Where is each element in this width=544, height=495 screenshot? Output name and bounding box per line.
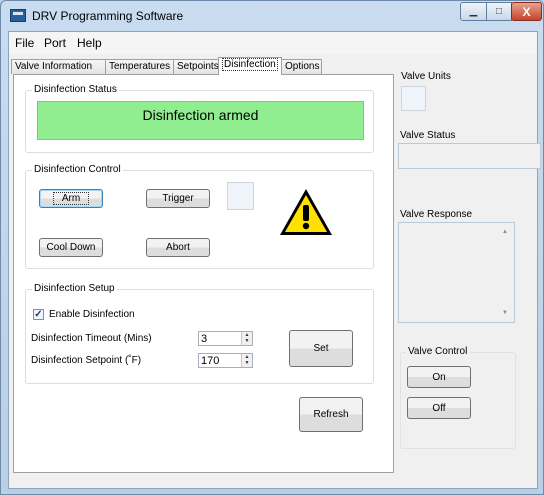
valve-units-box bbox=[401, 86, 426, 111]
disinfection-tab-page: Disinfection Status Disinfection armed D… bbox=[13, 74, 394, 473]
title-bar[interactable]: DRV Programming Software ▁ □ X bbox=[1, 1, 544, 31]
valve-response-label: Valve Response bbox=[400, 209, 473, 220]
valve-status-label: Valve Status bbox=[400, 130, 456, 141]
tab-disinfection[interactable]: Disinfection bbox=[218, 57, 282, 75]
disinfection-control-group: Disinfection Control Arm Trigger Cool Do… bbox=[25, 164, 374, 269]
valve-status-field bbox=[398, 143, 541, 169]
cool-down-button[interactable]: Cool Down bbox=[39, 238, 103, 257]
menu-port[interactable]: Port bbox=[44, 36, 66, 50]
scroll-up-icon[interactable]: ▲ bbox=[502, 229, 508, 235]
scroll-down-icon[interactable]: ▼ bbox=[502, 310, 508, 316]
menu-help[interactable]: Help bbox=[77, 36, 102, 50]
client-area: File Port Help Valve Information Tempera… bbox=[8, 31, 541, 489]
disinfection-setup-group-label: Disinfection Setup bbox=[32, 283, 117, 294]
minimize-button[interactable]: ▁ bbox=[460, 2, 487, 21]
timeout-spinner-arrows[interactable]: ▲ ▼ bbox=[241, 332, 252, 345]
tab-options[interactable]: Options bbox=[281, 59, 322, 74]
setpoint-spinner-arrows[interactable]: ▲ ▼ bbox=[241, 354, 252, 367]
tab-temperatures[interactable]: Temperatures bbox=[105, 59, 174, 74]
set-button[interactable]: Set bbox=[289, 330, 353, 367]
warning-triangle-icon bbox=[280, 189, 332, 235]
maximize-button[interactable]: □ bbox=[486, 2, 512, 21]
valve-control-group: Valve Control On Off bbox=[400, 346, 516, 449]
disinfection-control-group-label: Disinfection Control bbox=[32, 164, 123, 175]
menu-file[interactable]: File bbox=[15, 36, 34, 50]
trigger-button[interactable]: Trigger bbox=[146, 189, 210, 208]
valve-response-box[interactable]: ▲ ▼ bbox=[398, 222, 515, 323]
timeout-label: Disinfection Timeout (Mins) bbox=[31, 333, 152, 344]
timeout-value: 3 bbox=[201, 333, 208, 345]
enable-disinfection-checkbox[interactable]: ✓ bbox=[33, 309, 44, 320]
setpoint-value: 170 bbox=[201, 355, 220, 367]
window-title: DRV Programming Software bbox=[32, 9, 184, 23]
arm-button[interactable]: Arm bbox=[39, 189, 103, 208]
tab-setpoints[interactable]: Setpoints bbox=[173, 59, 219, 74]
valve-units-label: Valve Units bbox=[401, 71, 451, 82]
app-icon bbox=[10, 9, 26, 22]
abort-button[interactable]: Abort bbox=[146, 238, 210, 257]
disinfection-setup-group: Disinfection Setup ✓ Enable Disinfection… bbox=[25, 283, 374, 384]
valve-off-button[interactable]: Off bbox=[407, 397, 471, 419]
timeout-spinner[interactable]: 3 ▲ ▼ bbox=[198, 331, 253, 346]
enable-disinfection-label: Enable Disinfection bbox=[49, 309, 135, 320]
tab-valve-information[interactable]: Valve Information bbox=[11, 59, 106, 74]
tab-disinfection-label: Disinfection bbox=[222, 58, 278, 71]
disinfection-status-group-label: Disinfection Status bbox=[32, 84, 119, 95]
app-window: DRV Programming Software ▁ □ X File Port… bbox=[0, 0, 544, 495]
close-button[interactable]: X bbox=[511, 2, 542, 21]
setpoint-label: Disinfection Setpoint (˚F) bbox=[31, 355, 142, 366]
disinfection-status-group: Disinfection Status Disinfection armed bbox=[25, 84, 374, 153]
refresh-button[interactable]: Refresh bbox=[299, 397, 363, 432]
trigger-indicator bbox=[227, 182, 254, 210]
valve-on-button[interactable]: On bbox=[407, 366, 471, 388]
menu-bar: File Port Help bbox=[9, 32, 537, 54]
arm-button-label: Arm bbox=[52, 192, 90, 205]
disinfection-status-banner: Disinfection armed bbox=[37, 101, 364, 140]
setpoint-spinner[interactable]: 170 ▲ ▼ bbox=[198, 353, 253, 368]
valve-control-group-label: Valve Control bbox=[406, 346, 470, 357]
